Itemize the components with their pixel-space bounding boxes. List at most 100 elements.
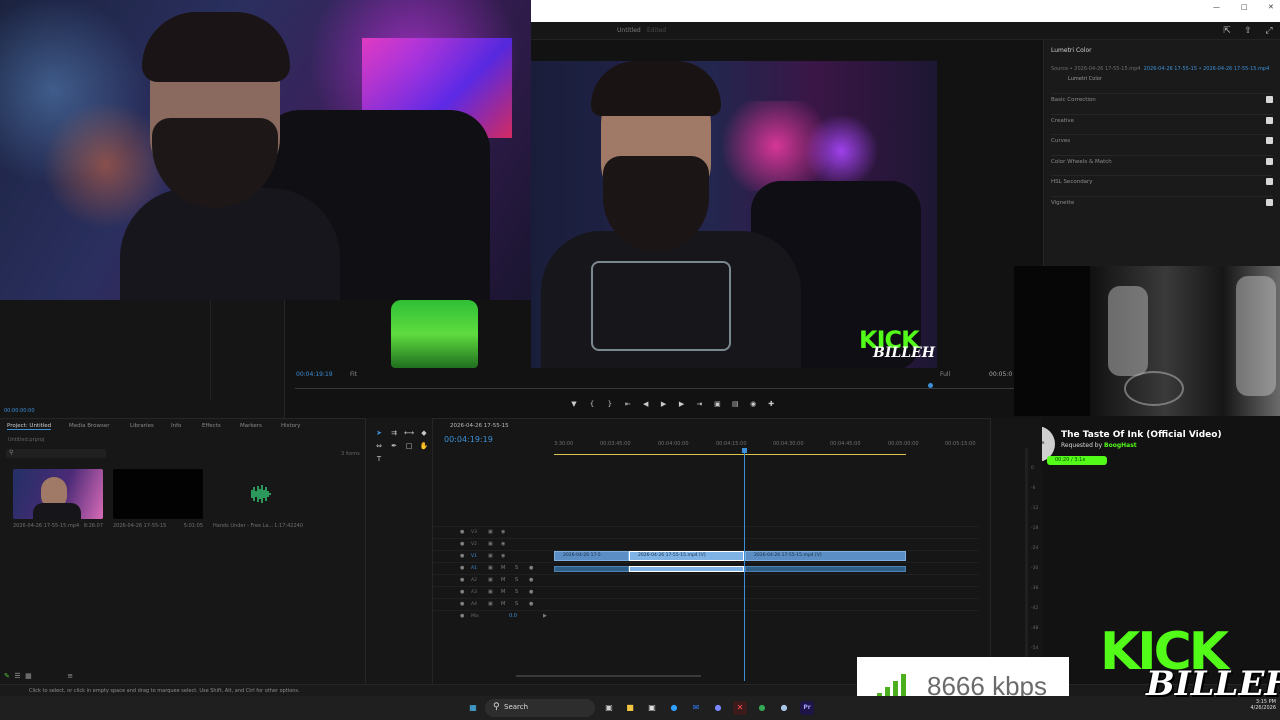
timeline-clip[interactable]: 2026-04-26 17-5	[554, 551, 629, 561]
lumetri-source[interactable]: Source • 2026-04-26 17-55-15.mp4 2026-04…	[1051, 66, 1269, 72]
program-playhead[interactable]	[928, 383, 933, 388]
enable-checkbox[interactable]	[1266, 96, 1273, 103]
enable-checkbox[interactable]	[1266, 158, 1273, 165]
track-a2[interactable]: ● A2 ▣ M S ●	[433, 574, 978, 586]
mute-icon[interactable]: M	[501, 565, 505, 571]
solo-icon[interactable]: S	[515, 577, 518, 583]
extract-icon[interactable]: ▤	[727, 400, 743, 408]
fullscreen-icon[interactable]: ⤢	[1263, 25, 1275, 37]
premiere-pro-icon[interactable]: Pr	[800, 701, 814, 715]
lock-icon[interactable]: ●	[460, 553, 464, 559]
taskbar-search[interactable]: ⚲ Search	[485, 699, 595, 717]
mute-icon[interactable]: M	[501, 577, 505, 583]
razor-tool-icon[interactable]: ◆	[419, 428, 429, 438]
tab-info[interactable]: Info	[171, 423, 181, 429]
sync-icon[interactable]: ▣	[488, 565, 493, 571]
track-v2[interactable]: ● V2 ▣ ◉	[433, 538, 978, 550]
mark-in-icon[interactable]: {	[584, 400, 600, 408]
audio-clip-selected[interactable]	[629, 566, 744, 572]
program-video-frame[interactable]: KICK BILLEH	[531, 61, 937, 368]
sync-icon[interactable]: ▣	[488, 541, 493, 547]
solo-icon[interactable]: S	[515, 601, 518, 607]
enable-checkbox[interactable]	[1266, 199, 1273, 206]
audio-clip[interactable]	[745, 566, 906, 572]
eye-icon[interactable]: ◉	[501, 529, 505, 535]
track-a3[interactable]: ● A3 ▣ M S ●	[433, 586, 978, 598]
track-mix[interactable]: ● Mix 0.0 ▶	[433, 610, 978, 622]
timeline-timecode[interactable]: 00:04:19:19	[444, 435, 493, 444]
step-back-icon[interactable]: ◀	[638, 400, 654, 408]
enable-checkbox[interactable]	[1266, 117, 1273, 124]
tab-libraries[interactable]: Libraries	[130, 423, 154, 429]
sort-icon[interactable]: ≡	[67, 672, 73, 680]
store-icon[interactable]: ▣	[645, 701, 659, 715]
section-basic-correction[interactable]: Basic Correction	[1051, 93, 1273, 105]
eye-icon[interactable]: ◉	[501, 553, 505, 559]
lock-icon[interactable]: ●	[460, 541, 464, 547]
go-to-out-icon[interactable]: ⇥	[691, 400, 707, 408]
selection-tool-icon[interactable]: ➤	[374, 428, 384, 438]
sync-icon[interactable]: ▣	[488, 601, 493, 607]
mic-icon[interactable]: ●	[529, 589, 533, 595]
mix-volume[interactable]: 0.0	[509, 613, 517, 619]
minimize-icon[interactable]: —	[1213, 3, 1220, 11]
lock-icon[interactable]: ●	[460, 577, 464, 583]
mic-icon[interactable]: ●	[529, 577, 533, 583]
enable-checkbox[interactable]	[1266, 178, 1273, 185]
sync-icon[interactable]: ▣	[488, 577, 493, 583]
playhead-handle[interactable]	[742, 448, 747, 453]
enable-checkbox[interactable]	[1266, 137, 1273, 144]
type-tool-icon[interactable]: T	[374, 454, 384, 464]
project-item-sequence[interactable]: 2026-04-26 17-55-15 5:01:05	[113, 469, 203, 529]
pencil-icon[interactable]: ✎	[4, 672, 10, 680]
sequence-tab[interactable]: 2026-04-26 17-55-15	[450, 423, 509, 429]
mute-icon[interactable]: M	[501, 589, 505, 595]
source-timecode[interactable]: 00:00:00:00	[4, 408, 35, 414]
list-view-icon[interactable]: ☰	[14, 672, 20, 680]
panel-title[interactable]: Lumetri Color	[1051, 47, 1092, 54]
mic-icon[interactable]: ●	[529, 601, 533, 607]
eye-icon[interactable]: ◉	[501, 541, 505, 547]
mute-icon[interactable]: M	[501, 601, 505, 607]
tab-media-browser[interactable]: Media Browser	[69, 423, 110, 429]
step-forward-icon[interactable]: ▶	[674, 400, 690, 408]
track-v3[interactable]: ● V3 ▣ ◉	[433, 526, 978, 538]
tab-markers[interactable]: Markers	[240, 423, 262, 429]
program-scrub-bar[interactable]	[295, 388, 1015, 389]
lock-icon[interactable]: ●	[460, 613, 464, 619]
mic-icon[interactable]: ●	[529, 565, 533, 571]
track-select-tool-icon[interactable]: ⇉	[389, 428, 399, 438]
mail-icon[interactable]: ✉	[689, 701, 703, 715]
edge-icon[interactable]: ●	[667, 701, 681, 715]
ripple-edit-tool-icon[interactable]: ⟷	[404, 428, 414, 438]
maximize-icon[interactable]: □	[1241, 3, 1248, 11]
share-icon[interactable]: ⇧	[1242, 25, 1254, 37]
lock-icon[interactable]: ●	[460, 565, 464, 571]
icon-view-icon[interactable]: ▦	[25, 672, 32, 680]
timeline-clip[interactable]: 2026-04-26 17-55-15.mp4 [V]	[745, 551, 906, 561]
section-creative[interactable]: Creative	[1051, 114, 1273, 126]
section-hsl-secondary[interactable]: HSL Secondary	[1051, 175, 1273, 187]
windows-start-icon[interactable]: ▦	[466, 701, 480, 715]
lock-icon[interactable]: ●	[460, 589, 464, 595]
tab-project[interactable]: Project: Untitled	[7, 423, 52, 430]
play-icon[interactable]: ▶	[656, 400, 672, 408]
go-to-in-icon[interactable]: ⇤	[620, 400, 636, 408]
solo-icon[interactable]: S	[515, 565, 518, 571]
discord-icon[interactable]: ●	[711, 701, 725, 715]
add-marker-icon[interactable]: ▼	[566, 400, 582, 408]
program-quality-select[interactable]: Full	[940, 371, 950, 378]
hand-tool-icon[interactable]: ✋	[419, 441, 429, 451]
project-item-audio[interactable]: Hands Under - Free La... 1:17:42240	[213, 469, 303, 529]
audio-clip[interactable]	[554, 566, 629, 572]
steam-icon[interactable]: ●	[777, 701, 791, 715]
program-timecode[interactable]: 00:04:19:19	[296, 371, 333, 378]
lock-icon[interactable]: ●	[460, 601, 464, 607]
go-to-end-icon[interactable]: ▶	[543, 613, 547, 619]
button-editor-icon[interactable]: ✚	[763, 400, 779, 408]
tab-effects[interactable]: Effects	[202, 423, 221, 429]
sync-icon[interactable]: ▣	[488, 529, 493, 535]
section-vignette[interactable]: Vignette	[1051, 196, 1273, 208]
slip-tool-icon[interactable]: ⇔	[374, 441, 384, 451]
sync-icon[interactable]: ▣	[488, 589, 493, 595]
